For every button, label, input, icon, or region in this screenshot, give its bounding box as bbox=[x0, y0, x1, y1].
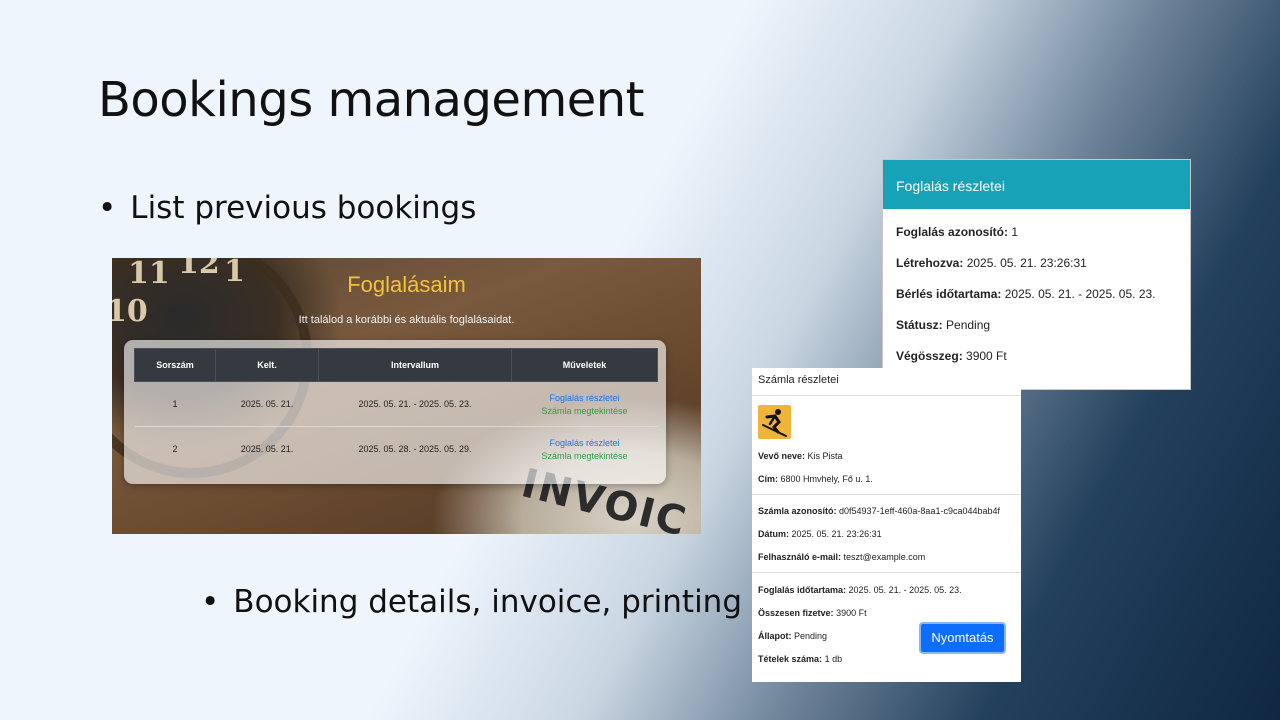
cell-number: 2 bbox=[134, 426, 216, 471]
invoice-screenshot: Számla részletei Vevő neve: Kis Pista Cí… bbox=[752, 368, 1021, 682]
field-label: Foglalás azonosító: bbox=[896, 225, 1009, 239]
field-label: Számla azonosító: bbox=[758, 506, 837, 516]
cell-interval: 2025. 05. 28. - 2025. 05. 29. bbox=[318, 426, 512, 471]
cell-interval: 2025. 05. 21. - 2025. 05. 23. bbox=[318, 381, 512, 427]
detail-status: Státusz: Pending bbox=[896, 318, 990, 332]
bookings-list-screenshot: 11 12 1 10 INVOIC Foglalásaim Itt találo… bbox=[112, 258, 701, 534]
field-value: d0f54937-1eff-460a-8aa1-c9ca044bab4f bbox=[839, 506, 1000, 516]
bookings-table-card: Sorszám Kelt. Intervallum Műveletek 1 20… bbox=[124, 340, 666, 484]
detail-rental-period: Bérlés időtartama: 2025. 05. 21. - 2025.… bbox=[896, 287, 1156, 301]
column-header-number: Sorszám bbox=[134, 348, 216, 382]
column-header-interval: Intervallum bbox=[318, 348, 512, 382]
field-value: 2025. 05. 21. 23:26:31 bbox=[791, 529, 882, 539]
bookings-subtitle: Itt találod a korábbi és aktuális foglal… bbox=[298, 314, 515, 326]
invoice-address: Cím: 6800 Hmvhely, Fő u. 1. bbox=[758, 474, 873, 484]
field-value: Pending bbox=[946, 318, 991, 332]
detail-total: Végösszeg: 3900 Ft bbox=[896, 349, 1007, 363]
field-value: 1 bbox=[1011, 225, 1019, 239]
divider bbox=[752, 494, 1021, 495]
field-label: Összesen fizetve: bbox=[758, 608, 834, 618]
invoice-item-count: Tételek száma: 1 db bbox=[758, 654, 842, 664]
view-invoice-link[interactable]: Számla megtekintése bbox=[513, 406, 657, 416]
field-label: Vevő neve: bbox=[758, 451, 806, 461]
booking-details-header: Foglalás részletei bbox=[883, 160, 1190, 209]
field-label: Foglalás időtartama: bbox=[758, 585, 847, 595]
print-button[interactable]: Nyomtatás bbox=[919, 622, 1006, 654]
detail-created: Létrehozva: 2025. 05. 21. 23:26:31 bbox=[896, 256, 1087, 270]
cell-date: 2025. 05. 21. bbox=[215, 426, 319, 471]
invoice-total-paid: Összesen fizetve: 3900 Ft bbox=[758, 608, 867, 618]
field-value: 1 db bbox=[824, 654, 843, 664]
invoice-date: Dátum: 2025. 05. 21. 23:26:31 bbox=[758, 529, 882, 539]
field-label: Létrehozva: bbox=[896, 256, 964, 270]
field-label: Cím: bbox=[758, 474, 778, 484]
divider bbox=[752, 572, 1021, 573]
field-label: Dátum: bbox=[758, 529, 789, 539]
invoice-header: Számla részletei bbox=[752, 368, 1021, 396]
field-value: Pending bbox=[794, 631, 828, 641]
bookings-title: Foglalásaim bbox=[347, 272, 466, 297]
skier-icon bbox=[758, 405, 791, 439]
field-label: Felhasználó e-mail: bbox=[758, 552, 842, 562]
field-label: Állapot: bbox=[758, 631, 792, 641]
invoice-user-email: Felhasználó e-mail: teszt@example.com bbox=[758, 552, 925, 562]
detail-booking-id: Foglalás azonosító: 1 bbox=[896, 225, 1018, 239]
column-header-actions: Műveletek bbox=[511, 348, 658, 382]
field-label: Végösszeg: bbox=[896, 349, 963, 363]
bullet-booking-details: • Booking details, invoice, printing bbox=[201, 584, 742, 620]
booking-details-link[interactable]: Foglalás részletei bbox=[513, 393, 657, 403]
bullet-text: List previous bookings bbox=[130, 190, 477, 226]
field-value: 2025. 05. 21. 23:26:31 bbox=[966, 256, 1087, 270]
bullet-list-bookings: • List previous bookings bbox=[98, 190, 476, 226]
table-row: 1 2025. 05. 21. 2025. 05. 21. - 2025. 05… bbox=[134, 381, 658, 427]
table-header-row: Sorszám Kelt. Intervallum Műveletek bbox=[134, 348, 658, 382]
view-invoice-link[interactable]: Számla megtekintése bbox=[513, 451, 657, 461]
invoice-status: Állapot: Pending bbox=[758, 631, 827, 641]
field-label: Bérlés időtartama: bbox=[896, 287, 1002, 301]
field-value: 3900 Ft bbox=[966, 349, 1007, 363]
bullet-text: Booking details, invoice, printing bbox=[233, 584, 743, 620]
booking-details-link[interactable]: Foglalás részletei bbox=[513, 438, 657, 448]
cell-number: 1 bbox=[134, 381, 216, 427]
cell-actions: Foglalás részletei Számla megtekintése bbox=[511, 426, 658, 471]
table-row: 2 2025. 05. 21. 2025. 05. 28. - 2025. 05… bbox=[134, 426, 658, 471]
field-label: Tételek száma: bbox=[758, 654, 823, 664]
bullet-dot: • bbox=[201, 584, 220, 620]
invoice-booking-period: Foglalás időtartama: 2025. 05. 21. - 202… bbox=[758, 585, 962, 595]
bullet-dot: • bbox=[98, 190, 117, 226]
field-value: 3900 Ft bbox=[836, 608, 867, 618]
field-value: 2025. 05. 21. - 2025. 05. 23. bbox=[848, 585, 962, 595]
invoice-customer-name: Vevő neve: Kis Pista bbox=[758, 451, 843, 461]
field-label: Státusz: bbox=[896, 318, 943, 332]
field-value: teszt@example.com bbox=[843, 552, 926, 562]
cell-actions: Foglalás részletei Számla megtekintése bbox=[511, 381, 658, 427]
booking-details-screenshot: Foglalás részletei Foglalás azonosító: 1… bbox=[882, 159, 1191, 390]
bookings-table: Sorszám Kelt. Intervallum Műveletek 1 20… bbox=[134, 348, 658, 471]
column-header-date: Kelt. bbox=[215, 348, 319, 382]
slide-title: Bookings management bbox=[98, 72, 645, 128]
cell-date: 2025. 05. 21. bbox=[215, 381, 319, 427]
field-value: Kis Pista bbox=[807, 451, 843, 461]
field-value: 6800 Hmvhely, Fő u. 1. bbox=[780, 474, 873, 484]
field-value: 2025. 05. 21. - 2025. 05. 23. bbox=[1004, 287, 1156, 301]
invoice-id: Számla azonosító: d0f54937-1eff-460a-8aa… bbox=[758, 506, 1000, 516]
